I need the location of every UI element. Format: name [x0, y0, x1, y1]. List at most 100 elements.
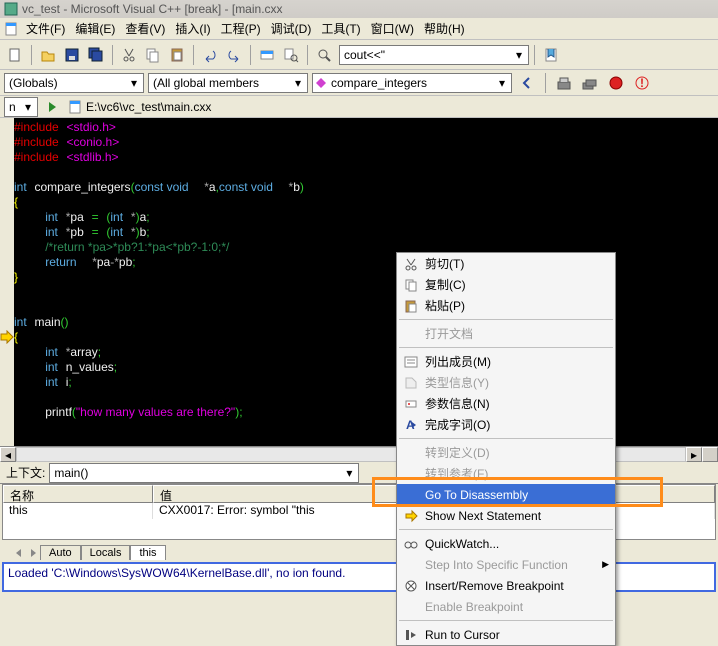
tab-nav-right-icon[interactable]: [26, 546, 40, 560]
build-button[interactable]: [553, 72, 575, 94]
glasses-icon: [404, 537, 418, 551]
menu-view[interactable]: 查看(V): [121, 18, 169, 39]
go-button[interactable]: [42, 96, 64, 118]
tab-locals[interactable]: Locals: [81, 545, 131, 560]
ctx-quickwatch[interactable]: QuickWatch...: [397, 533, 615, 554]
param-icon: [404, 397, 418, 411]
menu-file[interactable]: 文件(F): [22, 18, 69, 39]
scope-members-combo[interactable]: (All global members▾: [148, 73, 308, 93]
save-all-button[interactable]: [85, 44, 107, 66]
scroll-right-button[interactable]: ▸: [686, 447, 702, 462]
scope-function-combo[interactable]: compare_integers▾: [312, 73, 512, 93]
build-all-button[interactable]: [579, 72, 601, 94]
paste-icon: [404, 299, 418, 313]
ctx-run-to-cursor[interactable]: Run to Cursor: [397, 624, 615, 645]
ctx-open-doc: 打开文档: [397, 323, 615, 344]
window-titlebar: vc_test - Microsoft Visual C++ [break] -…: [0, 0, 718, 18]
redo-button[interactable]: [223, 44, 245, 66]
ctx-paste[interactable]: 粘贴(P): [397, 295, 615, 316]
chevron-down-icon[interactable]: ▾: [21, 100, 35, 114]
tab-auto[interactable]: Auto: [40, 545, 81, 560]
context-label: 上下文:: [6, 464, 45, 481]
run-to-cursor-icon: [404, 628, 418, 642]
menubar: 文件(F) 编辑(E) 查看(V) 插入(I) 工程(P) 调试(D) 工具(T…: [0, 18, 718, 40]
find-combo[interactable]: cout<<" ▾: [339, 45, 529, 65]
save-button[interactable]: [61, 44, 83, 66]
nav-back-button[interactable]: [516, 72, 538, 94]
copy-icon: [404, 278, 418, 292]
scope-function-text: compare_integers: [329, 76, 495, 90]
execution-pointer-icon: [0, 330, 14, 344]
chevron-down-icon[interactable]: ▾: [342, 466, 356, 480]
find-button[interactable]: [313, 44, 335, 66]
context-value: main(): [52, 466, 342, 480]
ctx-goto-def: 转到定义(D): [397, 442, 615, 463]
splitter-grip[interactable]: [702, 447, 718, 462]
tab-this[interactable]: this: [130, 545, 165, 560]
scope-toolbar: (Globals)▾ (All global members▾ compare_…: [0, 70, 718, 96]
arrow-right-icon: [404, 509, 418, 523]
ctx-cut[interactable]: 剪切(T): [397, 253, 615, 274]
tab-nav-left-icon[interactable]: [12, 546, 26, 560]
ctx-type-info: 类型信息(Y): [397, 372, 615, 393]
app-icon: [4, 2, 18, 16]
stop-build-button[interactable]: [605, 72, 627, 94]
ctx-enable-breakpoint: Enable Breakpoint: [397, 596, 615, 617]
menu-help[interactable]: 帮助(H): [420, 18, 469, 39]
tag-icon: [404, 376, 418, 390]
scope-globals-combo[interactable]: (Globals)▾: [4, 73, 144, 93]
file-path: E:\vc6\vc_test\main.cxx: [86, 100, 211, 114]
output-text: Loaded 'C:\Windows\SysWOW64\KernelBase.d…: [8, 566, 345, 580]
ctx-goto-ref: 转到参考(F): [397, 463, 615, 484]
context-combo[interactable]: main()▾: [49, 463, 359, 483]
nav-history-text: n: [7, 100, 21, 114]
menu-project[interactable]: 工程(P): [217, 18, 265, 39]
new-file-button[interactable]: [4, 44, 26, 66]
undo-button[interactable]: [199, 44, 221, 66]
menu-tools[interactable]: 工具(T): [317, 18, 364, 39]
chevron-down-icon[interactable]: ▾: [512, 48, 526, 62]
ctx-list-members[interactable]: 列出成员(M): [397, 351, 615, 372]
col-name[interactable]: 名称: [3, 485, 153, 503]
function-icon: [315, 77, 327, 89]
list-icon: [404, 355, 418, 369]
ctx-goto-disassembly[interactable]: Go To Disassembly: [397, 484, 615, 505]
editor-context-menu: 剪切(T) 复制(C) 粘贴(P) 打开文档 列出成员(M) 类型信息(Y) 参…: [396, 252, 616, 646]
ctx-insert-remove-breakpoint[interactable]: Insert/Remove Breakpoint: [397, 575, 615, 596]
menu-edit[interactable]: 编辑(E): [71, 18, 119, 39]
nav-history-combo[interactable]: n▾: [4, 97, 38, 117]
cell-name: this: [3, 503, 153, 519]
scissors-icon: [404, 257, 418, 271]
execute-button[interactable]: !: [631, 72, 653, 94]
chevron-down-icon[interactable]: ▾: [291, 76, 305, 90]
workspace-button[interactable]: [256, 44, 278, 66]
menu-window[interactable]: 窗口(W): [367, 18, 418, 39]
ctx-show-next-statement[interactable]: Show Next Statement: [397, 505, 615, 526]
scope-members-text: (All global members: [151, 76, 291, 90]
chevron-down-icon[interactable]: ▾: [127, 76, 141, 90]
window-title: vc_test - Microsoft Visual C++ [break] -…: [22, 2, 283, 16]
path-toolbar: n▾ E:\vc6\vc_test\main.cxx: [0, 96, 718, 118]
submenu-arrow-icon: ▶: [602, 559, 609, 570]
paste-button[interactable]: [166, 44, 188, 66]
mdi-doc-icon[interactable]: [4, 22, 20, 36]
menu-insert[interactable]: 插入(I): [171, 18, 214, 39]
menu-debug[interactable]: 调试(D): [267, 18, 316, 39]
find-in-files-button[interactable]: [280, 44, 302, 66]
editor-gutter[interactable]: [0, 118, 14, 446]
bookmark-button[interactable]: [540, 44, 562, 66]
copy-button[interactable]: [142, 44, 164, 66]
ctx-complete-word[interactable]: A完成字词(O): [397, 414, 615, 435]
ctx-step-into-specific: Step Into Specific Function▶: [397, 554, 615, 575]
ctx-copy[interactable]: 复制(C): [397, 274, 615, 295]
main-toolbar: cout<<" ▾: [0, 40, 718, 70]
open-button[interactable]: [37, 44, 59, 66]
scope-globals-text: (Globals): [7, 76, 127, 90]
chevron-down-icon[interactable]: ▾: [495, 76, 509, 90]
ctx-param-info[interactable]: 参数信息(N): [397, 393, 615, 414]
complete-icon: A: [404, 418, 418, 432]
scroll-left-button[interactable]: ◂: [0, 447, 16, 462]
find-combo-text: cout<<": [342, 48, 512, 62]
cut-button[interactable]: [118, 44, 140, 66]
breakpoint-icon: [404, 579, 418, 593]
